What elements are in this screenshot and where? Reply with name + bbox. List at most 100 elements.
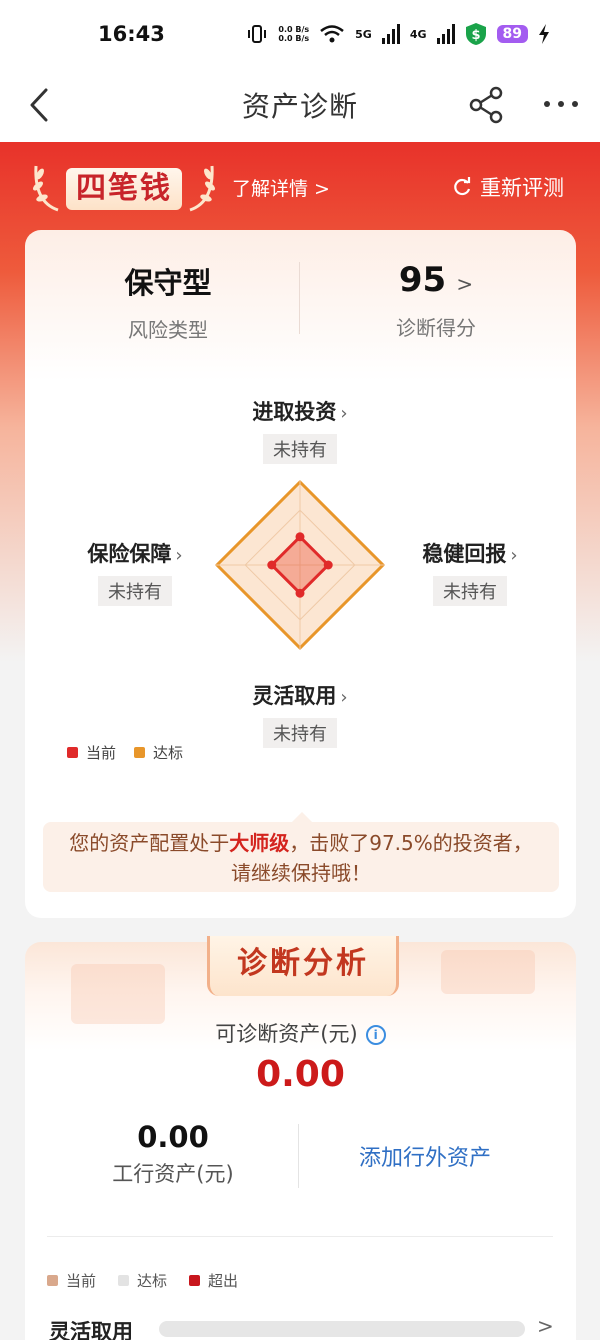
legend-target-label: 达标 xyxy=(153,744,184,762)
radar-chart xyxy=(215,480,385,650)
legend-current: 当前 xyxy=(67,742,116,763)
risk-type-value: 保守型 xyxy=(124,266,212,300)
refresh-icon xyxy=(454,177,471,196)
chevron-right-icon[interactable]: > xyxy=(537,1314,554,1338)
risk-type-label: 风险类型 xyxy=(128,318,208,342)
score-value-row: 95 > xyxy=(301,260,571,300)
radar-current-point xyxy=(295,532,305,542)
diagnosable-assets-value: 0.00 xyxy=(256,1054,345,1095)
dimension-insurance-status: 未持有 xyxy=(98,576,172,606)
dimension-stable[interactable]: 稳健回报 › 未持有 xyxy=(390,538,550,606)
dimension-flexible-status: 未持有 xyxy=(263,718,337,748)
radar-legend: 当前 达标 xyxy=(67,742,183,763)
wifi-icon xyxy=(320,25,344,43)
legend-target: 达标 xyxy=(134,742,183,763)
svg-text:$: $ xyxy=(471,28,480,43)
charging-icon xyxy=(539,24,549,44)
risk-type-stat: 保守型 风险类型 xyxy=(33,260,303,343)
hero-header: 四笔钱 了解详情 > 重新评测 xyxy=(0,142,600,232)
net-speed: 0.0 B/s 0.0 B/s xyxy=(278,25,309,43)
laurel-left-icon xyxy=(33,165,59,212)
four-money-title: 四笔钱 xyxy=(66,168,182,210)
dimension-stable-title: 稳健回报 › xyxy=(390,538,550,568)
status-bar: 16:43 0.0 B/s 0.0 B/s 5G 4G $ 89 xyxy=(0,0,600,68)
message-notch xyxy=(292,812,312,822)
back-arrow-icon[interactable] xyxy=(26,88,54,122)
dimension-aggressive-title: 进取投资 › xyxy=(200,396,400,426)
laurel-right-icon xyxy=(189,165,215,212)
dimension-flexible[interactable]: 灵活取用 › 未持有 xyxy=(200,680,400,748)
chevron-right-icon: › xyxy=(175,545,183,566)
dimension-insurance-name: 保险保障 xyxy=(87,542,172,566)
icbc-assets-label: 工行资产(元) xyxy=(112,1162,234,1186)
dimension-aggressive[interactable]: 进取投资 › 未持有 xyxy=(200,396,400,464)
four-money-badge: 四笔钱 xyxy=(28,160,218,216)
decor-panel xyxy=(71,964,165,1024)
score-label: 诊断得分 xyxy=(396,316,476,340)
net-up: 0.0 B/s xyxy=(278,25,310,34)
chevron-right-icon: › xyxy=(340,687,348,708)
legend-current-label: 当前 xyxy=(86,744,117,762)
flexible-row-bar xyxy=(159,1321,525,1337)
vibrate-icon xyxy=(248,25,267,43)
analysis-legend: 当前 达标 超出 xyxy=(47,1270,238,1291)
section-title: 诊断分析 xyxy=(207,936,399,996)
legend-target-label: 达标 xyxy=(137,1272,168,1290)
dimension-stable-name: 稳健回报 xyxy=(422,542,507,566)
legend-current-swatch xyxy=(47,1275,58,1286)
chevron-right-icon: › xyxy=(510,545,518,566)
reevaluate-button[interactable]: 重新评测 xyxy=(452,172,564,202)
dimension-flexible-name: 灵活取用 xyxy=(252,684,337,708)
dimension-aggressive-status: 未持有 xyxy=(263,434,337,464)
summary-card: 保守型 风险类型 95 > 诊断得分 进取投资 › 未持有 保险保障 › 未持有 稳… xyxy=(25,230,576,918)
legend-target-swatch xyxy=(118,1275,130,1286)
radar-current-point xyxy=(267,560,277,570)
analysis-card: 诊断分析 可诊断资产(元) i 0.00 0.00 工行资产(元) 添加行外资产 … xyxy=(25,936,576,1340)
stat-divider xyxy=(299,262,300,334)
signal-bars-icon-2 xyxy=(436,24,455,44)
legend-target-swatch xyxy=(134,747,146,758)
nav-bar: 资产诊断 xyxy=(0,68,600,142)
section-divider xyxy=(47,1236,553,1237)
legend-exceed-swatch xyxy=(189,1275,201,1286)
assets-divider xyxy=(298,1124,299,1188)
more-options-icon[interactable] xyxy=(542,94,580,114)
dimension-insurance-title: 保险保障 › xyxy=(55,538,215,568)
diagnosable-assets-label: 可诊断资产(元) i xyxy=(25,1018,576,1048)
icbc-assets-value: 0.00 xyxy=(137,1120,209,1154)
diagnosable-assets-text: 可诊断资产(元) xyxy=(215,1022,358,1046)
chevron-right-icon: › xyxy=(340,403,348,424)
page-title: 资产诊断 xyxy=(241,90,358,123)
legend-exceed: 超出 xyxy=(189,1270,238,1291)
dimension-flexible-title: 灵活取用 › xyxy=(200,680,400,710)
reevaluate-label: 重新评测 xyxy=(480,176,564,200)
shield-dollar-icon: $ xyxy=(465,23,486,45)
status-time: 16:43 xyxy=(98,22,165,46)
result-message: 您的资产配置处于大师级，击败了97.5%的投资者，请继续保持哦！ xyxy=(43,822,559,892)
add-external-assets-link[interactable]: 添加行外资产 xyxy=(335,1140,515,1172)
legend-current-label: 当前 xyxy=(66,1272,97,1290)
legend-current-swatch xyxy=(67,747,78,758)
decor-panel xyxy=(441,950,535,994)
battery-level: 89 xyxy=(496,25,528,43)
signal-5g-icon: 5G xyxy=(355,27,372,41)
status-icons: 0.0 B/s 0.0 B/s 5G 4G $ 89 xyxy=(246,22,550,46)
signal-4g-icon: 4G xyxy=(409,27,427,41)
flexible-row-label: 灵活取用 xyxy=(49,1320,133,1340)
dimension-aggressive-name: 进取投资 xyxy=(252,400,337,424)
dimension-insurance[interactable]: 保险保障 › 未持有 xyxy=(55,538,215,606)
share-icon[interactable] xyxy=(468,86,506,124)
learn-more-link[interactable]: 了解详情 > xyxy=(232,174,330,201)
signal-bars-icon xyxy=(381,24,400,44)
score-value: 95 xyxy=(398,260,447,300)
score-chevron: > xyxy=(456,272,474,296)
info-icon[interactable]: i xyxy=(365,1025,386,1045)
message-level: 大师级 xyxy=(229,831,290,855)
message-prefix: 您的资产配置处于 xyxy=(69,831,230,855)
net-down: 0.0 B/s xyxy=(278,34,310,43)
legend-exceed-label: 超出 xyxy=(208,1272,239,1290)
dimension-stable-status: 未持有 xyxy=(433,576,507,606)
legend-current: 当前 xyxy=(47,1270,96,1291)
score-stat[interactable]: 95 > 诊断得分 xyxy=(301,260,571,341)
radar-current-point xyxy=(323,560,333,570)
